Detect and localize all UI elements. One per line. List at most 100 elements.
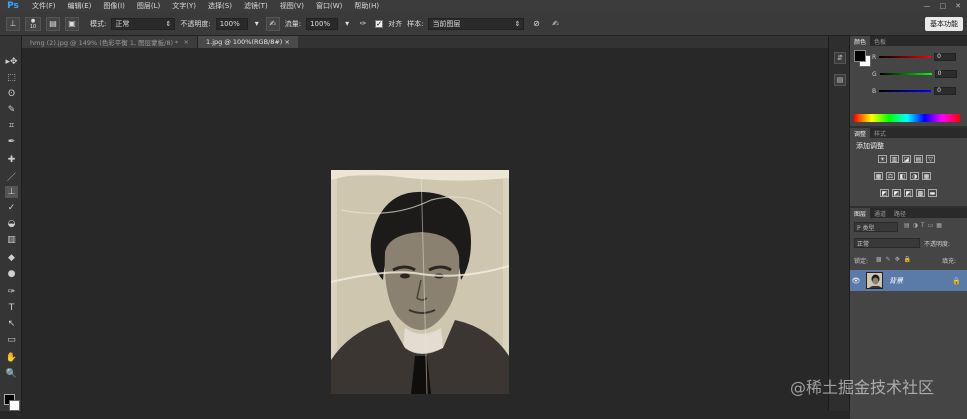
photo-filter-icon[interactable]: ◑ [910,172,919,180]
path-select-tool-icon[interactable]: ↖ [5,318,18,330]
workspace-button[interactable]: 基本功能 [925,17,963,31]
tab-adjustments[interactable]: 调整 [850,128,870,138]
menu-file[interactable]: 文件(F) [26,1,62,11]
panel-icon-strip: ⇵ ▤ [828,36,850,411]
clone-stamp-tool-icon[interactable]: ⊥ [5,186,18,198]
brush-panel-icon[interactable]: ▤ [46,17,60,31]
eye-icon[interactable]: 👁 [850,277,862,285]
shape-tool-icon[interactable]: ▭ [5,334,18,346]
tab-paths[interactable]: 路径 [890,208,910,218]
ignore-adjustment-layers-icon[interactable]: ⊘ [529,17,543,31]
menu-select[interactable]: 选择(S) [202,1,238,11]
tab-channels[interactable]: 通道 [870,208,890,218]
chevron-down-icon: ⇕ [515,20,521,28]
flow-input[interactable]: 100% [306,18,338,30]
history-brush-tool-icon[interactable]: ✓ [5,202,18,214]
minimize-button[interactable]: — [924,2,931,10]
aligned-checkbox[interactable]: ✓ [375,20,383,28]
document-canvas[interactable] [22,48,828,411]
tab-layers[interactable]: 图层 [850,208,870,218]
gradient-map-icon[interactable]: ▬ [928,189,937,197]
pressure-size-icon[interactable]: ✍ [548,17,562,31]
lock-icons[interactable]: ▩✎✥🔒 [876,256,915,263]
blend-mode-select[interactable]: 正常 [854,238,920,248]
tab-document-1jpg[interactable]: 1.jpg @ 100%(RGB/8#) × [198,36,298,48]
layer-name[interactable]: 背景 [889,276,903,286]
menu-help[interactable]: 帮助(H) [348,1,385,11]
crop-tool-icon[interactable]: ⌗ [5,120,18,132]
clone-source-panel-icon[interactable]: ▣ [65,17,79,31]
tab-swatches[interactable]: 色板 [870,36,890,46]
gradient-tool-icon[interactable]: ▥ [5,234,18,246]
adjustments-panel: 添加调整 ☀ ▥ ◪ ▤ ▽ ▦ ⚖ ◧ ◑ ▦ ◩ ◩ ◩ ▩ ▬ [850,138,967,206]
color-spectrum-bar[interactable] [854,114,960,122]
menu-window[interactable]: 窗口(W) [310,1,348,11]
mode-select[interactable]: 正常 ⇕ [111,18,175,30]
eyedropper-tool-icon[interactable]: ✒ [5,136,18,148]
background-color-swatch[interactable] [9,400,20,411]
curves-icon[interactable]: ◪ [902,155,911,163]
clone-stamp-tool-preset-icon[interactable]: ⊥ [6,17,20,31]
menu-edit[interactable]: 编辑(E) [62,1,98,11]
pressure-opacity-icon[interactable]: ✍ [266,17,280,31]
blue-slider[interactable] [879,90,931,92]
maximize-button[interactable]: □ [940,2,947,10]
menu-view[interactable]: 视图(V) [274,1,310,11]
eraser-tool-icon[interactable]: ◒ [5,218,18,230]
tab-styles[interactable]: 样式 [870,128,890,138]
lasso-tool-icon[interactable]: ʘ [5,88,18,100]
green-slider[interactable] [880,73,932,75]
type-tool-icon[interactable]: T [5,302,18,314]
close-tab-icon[interactable]: × [184,38,189,46]
hue-saturation-icon[interactable]: ▦ [874,172,883,180]
brush-tool-icon[interactable]: ／ [5,170,18,182]
channel-mixer-icon[interactable]: ▦ [922,172,931,180]
levels-icon[interactable]: ▥ [890,155,899,163]
menu-filter[interactable]: 滤镜(T) [238,1,274,11]
layer-filter-icons[interactable]: ▤◑T▭▦ [904,222,945,229]
properties-panel-icon[interactable]: ▤ [834,74,846,86]
layer-row-background[interactable]: 👁 背景 🔒 [850,270,967,291]
airbrush-icon[interactable]: ✑ [356,17,370,31]
brush-size-value: 10 [30,24,36,30]
hand-tool-icon[interactable]: ✋ [5,352,18,364]
green-value-input[interactable]: 0 [935,70,957,78]
threshold-icon[interactable]: ◩ [904,189,913,197]
menu-type[interactable]: 文字(Y) [166,1,202,11]
layer-filter-select[interactable]: P 类型 [854,222,898,232]
sample-select[interactable]: 当前图层 ⇕ [428,18,524,30]
blue-value-input[interactable]: 0 [934,87,956,95]
tab-color[interactable]: 颜色 [850,36,870,46]
vibrance-icon[interactable]: ▽ [926,155,935,163]
healing-brush-tool-icon[interactable]: ✚ [5,154,18,166]
marquee-tool-icon[interactable]: ⬚ [5,72,18,84]
zoom-tool-icon[interactable]: 🔍 [5,368,18,380]
quick-select-tool-icon[interactable]: ✎ [5,104,18,116]
blur-tool-icon[interactable]: ◆ [5,252,18,264]
posterize-icon[interactable]: ◩ [892,189,901,197]
dodge-tool-icon[interactable]: ● [5,268,18,280]
invert-icon[interactable]: ◩ [880,189,889,197]
pen-tool-icon[interactable]: ✑ [5,286,18,298]
history-panel-icon[interactable]: ⇵ [834,52,846,64]
red-slider-row: R 0 [872,53,956,61]
black-white-icon[interactable]: ◧ [898,172,907,180]
menu-layer[interactable]: 图层(L) [131,1,166,11]
close-window-button[interactable]: ✕ [955,2,961,10]
menu-image[interactable]: 图像(I) [97,1,131,11]
selective-color-icon[interactable]: ▩ [916,189,925,197]
color-balance-icon[interactable]: ⚖ [886,172,895,180]
move-tool-icon[interactable]: ▸✥ [5,56,18,68]
red-value-input[interactable]: 0 [934,53,956,61]
close-tab-icon[interactable]: × [285,38,290,46]
tab-document-hmg[interactable]: hmg (2).jpg @ 149% (色彩平衡 1, 图层蒙板/8) * × [22,36,198,48]
chevron-down-icon[interactable]: ▾ [253,17,261,31]
brightness-icon[interactable]: ☀ [878,155,887,163]
opacity-input[interactable]: 100% [216,18,248,30]
chevron-down-icon[interactable]: ▾ [343,17,351,31]
brush-preset-picker[interactable]: ● 10 [25,17,41,31]
portrait-photo[interactable] [331,170,509,394]
exposure-icon[interactable]: ▤ [914,155,923,163]
green-channel-label: G [872,71,877,78]
red-slider[interactable] [879,56,931,58]
